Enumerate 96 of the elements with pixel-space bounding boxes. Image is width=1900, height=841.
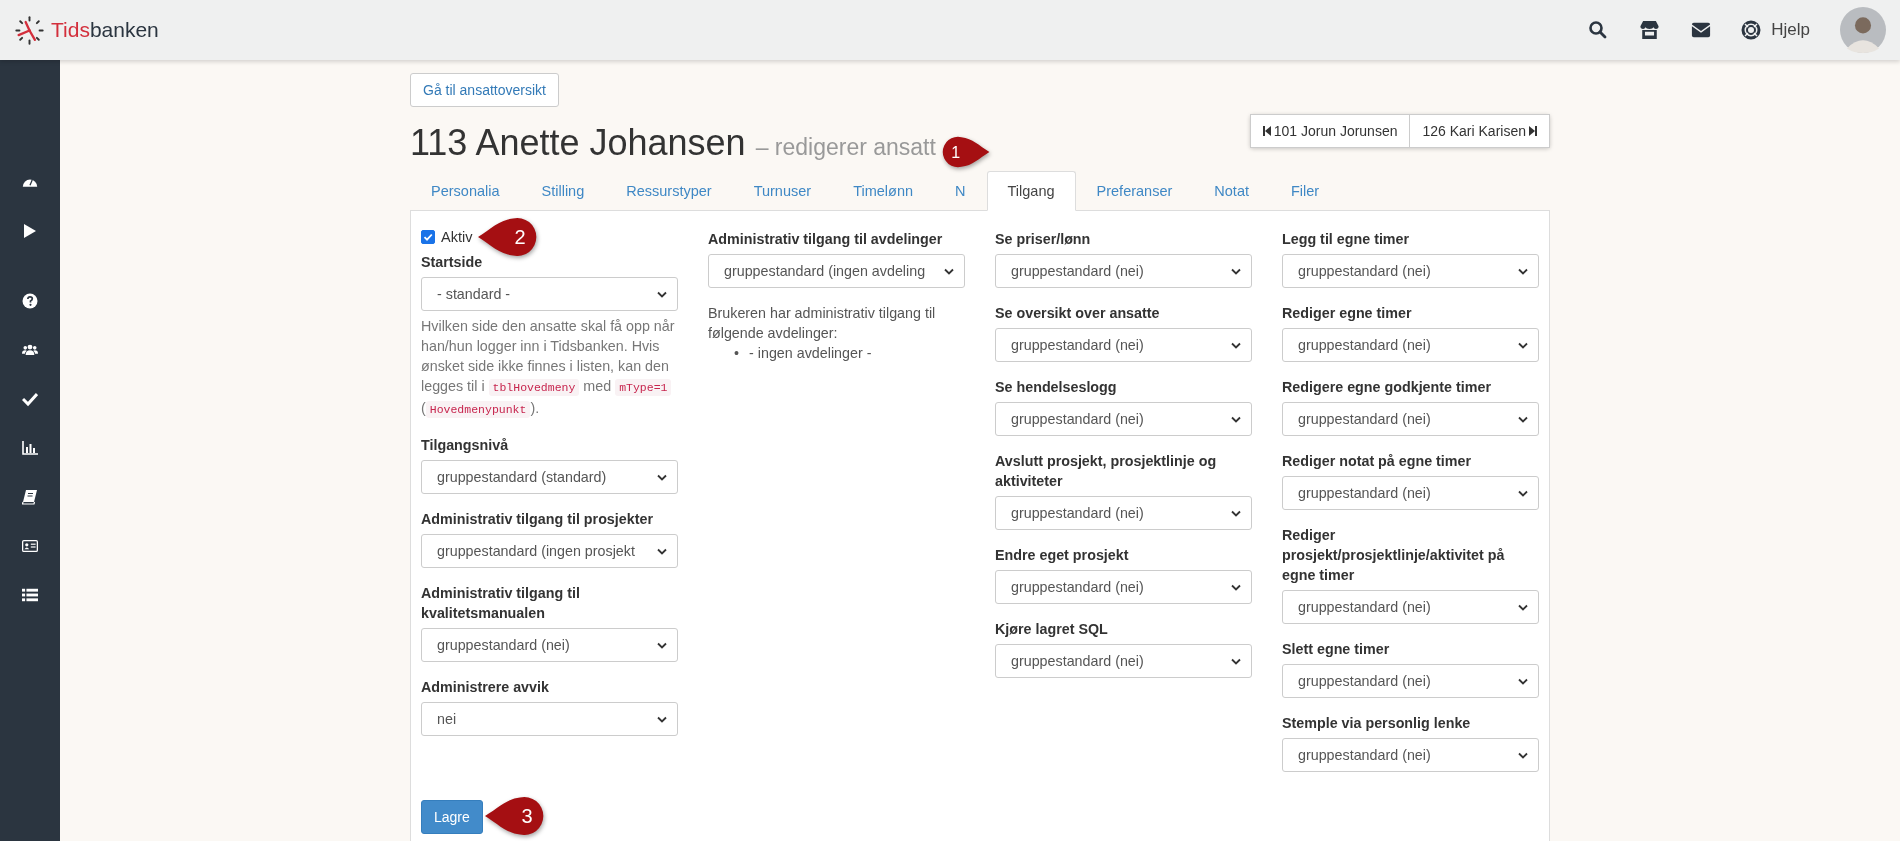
field-label: Se oversikt over ansatte bbox=[995, 304, 1161, 323]
chevron-down-icon bbox=[1518, 267, 1528, 275]
field-label: Kjøre lagret SQL bbox=[995, 620, 1109, 639]
back-button[interactable]: Gå til ansattoversikt bbox=[410, 73, 559, 107]
tab[interactable]: Personalia bbox=[410, 171, 521, 211]
next-employee-button[interactable]: 126 Kari Karisen bbox=[1410, 114, 1550, 148]
chevron-down-icon bbox=[944, 267, 954, 275]
search-icon[interactable] bbox=[1588, 20, 1609, 40]
tab[interactable]: Preferanser bbox=[1075, 171, 1194, 211]
select-field[interactable]: gruppestandard (nei) bbox=[1282, 402, 1539, 436]
field-label: Rediger prosjekt/prosjektlinje/aktivitet på egne timer bbox=[1282, 526, 1506, 585]
select-field[interactable]: gruppestandard (nei) bbox=[995, 644, 1252, 678]
step-forward-icon bbox=[1529, 126, 1537, 136]
select-field[interactable]: gruppestandard (standard) bbox=[421, 460, 678, 494]
field-label: Redigere egne godkjente timer bbox=[1282, 378, 1492, 397]
step-backward-icon bbox=[1262, 126, 1271, 136]
avatar[interactable] bbox=[1840, 7, 1886, 53]
bullet: • bbox=[734, 344, 739, 363]
store-icon[interactable] bbox=[1638, 20, 1662, 40]
field-label: Rediger notat på egne timer bbox=[1282, 452, 1473, 471]
chevron-down-icon bbox=[1518, 489, 1528, 497]
select-field[interactable]: gruppestandard (nei) bbox=[1282, 590, 1539, 624]
field-label: Rediger egne timer bbox=[1282, 304, 1413, 323]
chevron-down-icon bbox=[1231, 509, 1241, 517]
chevron-down-icon bbox=[657, 547, 667, 555]
chevron-down-icon bbox=[657, 473, 667, 481]
select-field[interactable]: gruppestandard (nei) bbox=[995, 328, 1252, 362]
page-title: 113 Anette Johansen – redigerer ansatt bbox=[410, 122, 936, 164]
select-field[interactable]: gruppestandard (ingen avdeling bbox=[708, 254, 965, 288]
tab[interactable]: Stilling bbox=[520, 171, 606, 211]
help-link[interactable]: Hjelp bbox=[1771, 20, 1810, 40]
field-label: Stemple via personlig lenke bbox=[1282, 714, 1472, 733]
field-label: Se hendelseslogg bbox=[995, 378, 1118, 397]
book-icon[interactable] bbox=[22, 489, 38, 505]
checkbox-label[interactable]: Aktiv bbox=[441, 229, 473, 245]
select-field[interactable]: gruppestandard (nei) bbox=[1282, 738, 1539, 772]
tab[interactable]: N bbox=[934, 171, 987, 211]
field-label: Administrere avvik bbox=[421, 678, 550, 697]
select-field[interactable]: gruppestandard (nei) bbox=[995, 570, 1252, 604]
select-field[interactable]: gruppestandard (nei) bbox=[995, 402, 1252, 436]
logo-text[interactable]: Tidsbanken bbox=[51, 18, 159, 42]
field-label: Administrativ tilgang til avdelinger bbox=[708, 230, 944, 249]
select-field[interactable]: - standard - bbox=[421, 277, 678, 311]
chevron-down-icon bbox=[1231, 657, 1241, 665]
field-label: Tilgangsnivå bbox=[421, 436, 510, 455]
envelope-icon[interactable] bbox=[1691, 20, 1712, 40]
select-field[interactable]: gruppestandard (nei) bbox=[1282, 476, 1539, 510]
tab[interactable]: Tilgang bbox=[986, 171, 1076, 211]
select-field[interactable]: gruppestandard (nei) bbox=[421, 628, 678, 662]
select-field[interactable]: gruppestandard (ingen prosjekt bbox=[421, 534, 678, 568]
field-label: Se priser/lønn bbox=[995, 230, 1092, 249]
select-field[interactable]: nei bbox=[421, 702, 678, 736]
tab[interactable]: Timelønn bbox=[832, 171, 935, 211]
play-icon[interactable] bbox=[22, 223, 38, 239]
check-icon[interactable] bbox=[22, 391, 38, 407]
save-button[interactable]: Lagre bbox=[421, 800, 483, 834]
chevron-down-icon bbox=[1518, 751, 1528, 759]
lifebuoy-icon[interactable] bbox=[1741, 20, 1762, 40]
help-text: Hvilken side den ansatte skal få opp når han/hun logger inn i Tidsbanken. Hvis ønsket side ikke finnes i listen, kan den legges til i tblHovedmeny med mType=1 ( Hovedmenypunkt ). bbox=[421, 317, 676, 420]
info-text: Brukeren har administrativ tilgang til følgende avdelinger: bbox=[708, 304, 937, 343]
chevron-down-icon bbox=[657, 715, 667, 723]
tab[interactable]: Ressurstyper bbox=[605, 171, 733, 211]
tab[interactable]: Turnuser bbox=[732, 171, 833, 211]
id-card-icon[interactable] bbox=[22, 538, 38, 554]
checkbox[interactable] bbox=[421, 230, 435, 244]
chevron-down-icon bbox=[1231, 583, 1241, 591]
tab[interactable]: Notat bbox=[1193, 171, 1270, 211]
list-icon[interactable] bbox=[22, 587, 38, 603]
bar-chart-icon[interactable] bbox=[22, 440, 38, 456]
field-label: Endre eget prosjekt bbox=[995, 546, 1130, 565]
question-icon[interactable] bbox=[22, 293, 38, 309]
chevron-down-icon bbox=[657, 641, 667, 649]
list-item: - ingen avdelinger - bbox=[749, 344, 872, 363]
chevron-down-icon bbox=[1231, 341, 1241, 349]
select-field[interactable]: gruppestandard (nei) bbox=[1282, 328, 1539, 362]
field-label: Slett egne timer bbox=[1282, 640, 1391, 659]
field-label: Administrativ tilgang til prosjekter bbox=[421, 510, 654, 529]
field-label: Legg til egne timer bbox=[1282, 230, 1411, 249]
clock-logo-icon bbox=[14, 14, 45, 46]
chevron-down-icon bbox=[657, 290, 667, 298]
users-icon[interactable] bbox=[22, 342, 38, 358]
select-field[interactable]: gruppestandard (nei) bbox=[1282, 254, 1539, 288]
chevron-down-icon bbox=[1518, 415, 1528, 423]
previous-employee-button[interactable]: 101 Jorun Jorunsen bbox=[1249, 114, 1411, 148]
field-label: Avslutt prosjekt, prosjektlinje og aktiviteter bbox=[995, 452, 1218, 491]
select-field[interactable]: gruppestandard (nei) bbox=[995, 496, 1252, 530]
chevron-down-icon bbox=[1231, 415, 1241, 423]
field-label: Administrativ tilgang til kvalitetsmanualen bbox=[421, 584, 581, 623]
chevron-down-icon bbox=[1231, 267, 1241, 275]
select-field[interactable]: gruppestandard (nei) bbox=[995, 254, 1252, 288]
chevron-down-icon bbox=[1518, 603, 1528, 611]
tab[interactable]: Filer bbox=[1270, 171, 1341, 211]
chevron-down-icon bbox=[1518, 677, 1528, 685]
select-field[interactable]: gruppestandard (nei) bbox=[1282, 664, 1539, 698]
field-label: Startside bbox=[421, 253, 484, 272]
chevron-down-icon bbox=[1518, 341, 1528, 349]
